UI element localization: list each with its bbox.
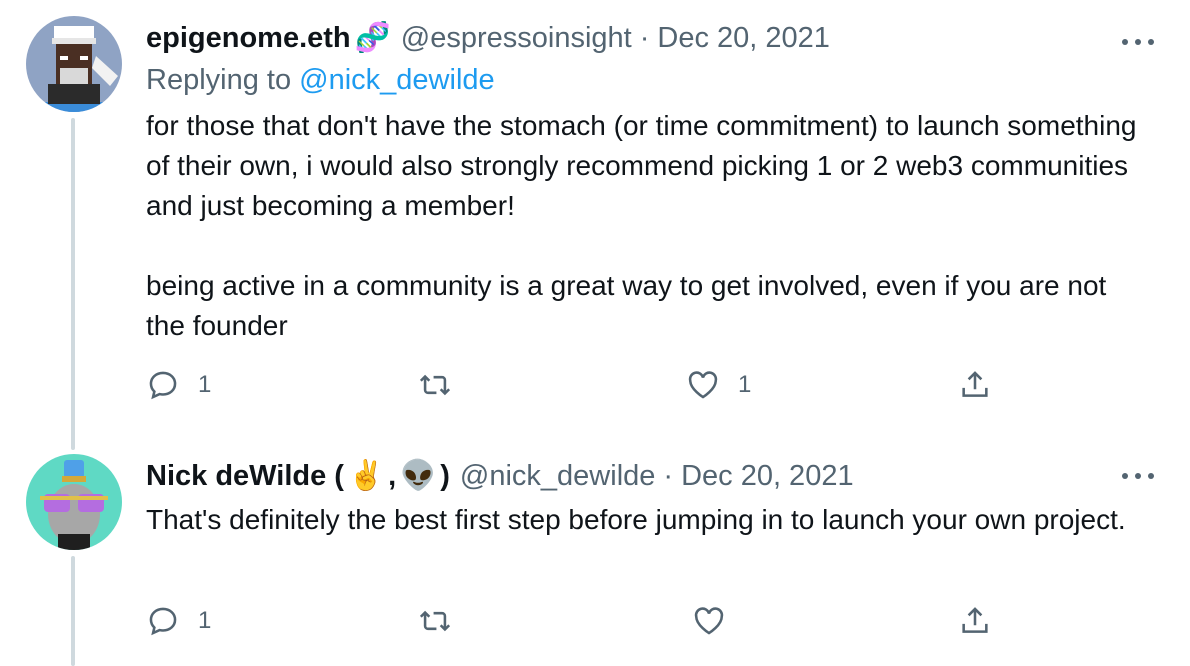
author-handle[interactable]: @espressoinsight xyxy=(401,22,632,55)
author-name-suffix: ) xyxy=(440,459,450,492)
tweet-header: epigenome.eth 🧬 @espressoinsight · Dec 2… xyxy=(146,18,830,58)
victory-hand-emoji: ✌️ xyxy=(347,460,385,492)
retweet-icon xyxy=(419,610,451,632)
separator-dot: · xyxy=(639,21,650,54)
separator-dot: · xyxy=(663,459,674,492)
thread-line xyxy=(71,556,75,666)
author-name[interactable]: epigenome.eth xyxy=(146,22,351,55)
reply-count: 1 xyxy=(198,371,212,398)
share-button[interactable] xyxy=(958,368,992,402)
replying-to: Replying to @nick_dewilde xyxy=(146,64,495,97)
tweet-actions: 1 1 xyxy=(146,368,1046,412)
reply-button[interactable]: 1 xyxy=(146,604,211,638)
author-name-prefix[interactable]: Nick deWilde ( xyxy=(146,460,344,493)
retweet-button[interactable] xyxy=(418,604,470,638)
reply-count: 1 xyxy=(198,607,212,634)
share-icon xyxy=(962,371,988,397)
like-count: 1 xyxy=(738,371,752,398)
more-icon[interactable] xyxy=(1122,470,1154,482)
avatar-nick-dewilde[interactable] xyxy=(26,454,122,550)
reply-icon xyxy=(149,607,177,636)
author-name-mid: , xyxy=(388,459,397,492)
thread-line xyxy=(71,118,75,450)
dna-emoji: 🧬 xyxy=(354,22,391,54)
share-icon xyxy=(962,607,988,633)
tweet-date[interactable]: Dec 20, 2021 xyxy=(657,22,830,55)
tweet-text: for those that don't have the stomach (o… xyxy=(146,110,1137,341)
tweet-date[interactable]: Dec 20, 2021 xyxy=(681,460,854,493)
author-handle[interactable]: @nick_dewilde xyxy=(460,460,655,493)
replying-prefix: Replying to xyxy=(146,64,292,96)
tweet-2[interactable]: Nick deWilde ( ✌️ , 👽 ) @nick_dewilde · … xyxy=(0,450,1190,666)
tweet-text: That's definitely the best first step be… xyxy=(146,504,1126,535)
more-icon[interactable] xyxy=(1122,36,1154,48)
retweet-button[interactable] xyxy=(418,368,470,402)
retweet-icon xyxy=(419,374,451,396)
share-button[interactable] xyxy=(958,604,992,638)
alien-emoji: 👽 xyxy=(400,460,437,492)
like-icon xyxy=(688,371,718,399)
avatar-epigenome[interactable] xyxy=(26,16,122,112)
tweet-header: Nick deWilde ( ✌️ , 👽 ) @nick_dewilde · … xyxy=(146,456,854,496)
like-button[interactable] xyxy=(692,604,744,638)
like-icon xyxy=(694,607,724,635)
tweet-actions: 1 xyxy=(146,604,1046,648)
like-button[interactable]: 1 xyxy=(686,368,751,402)
tweet-1[interactable]: epigenome.eth 🧬 @espressoinsight · Dec 2… xyxy=(0,0,1190,450)
reply-icon xyxy=(149,371,177,400)
replying-mention[interactable]: @nick_dewilde xyxy=(299,64,494,96)
reply-button[interactable]: 1 xyxy=(146,368,211,402)
